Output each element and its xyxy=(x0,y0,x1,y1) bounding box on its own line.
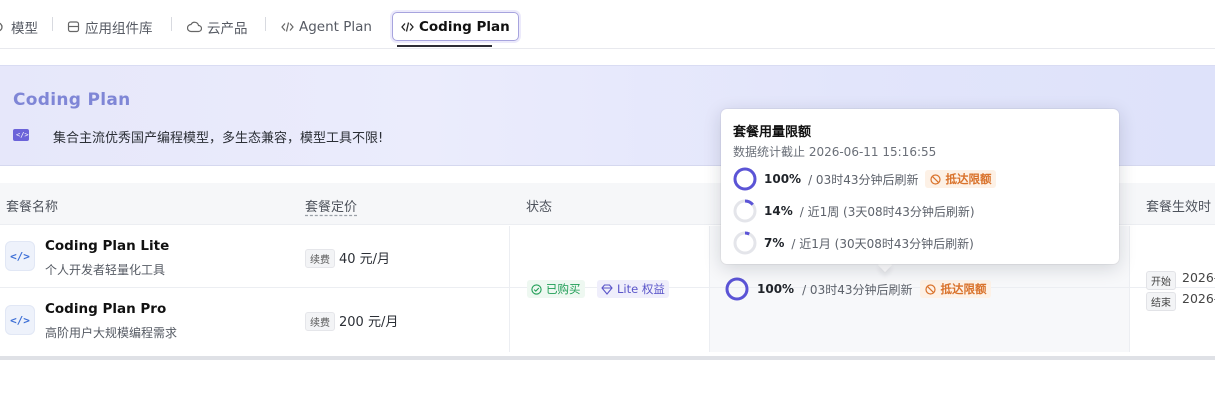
usage-percent: 7% xyxy=(764,236,785,250)
usage-ring-icon xyxy=(733,167,757,191)
ban-icon xyxy=(930,173,942,185)
table-scrollbar[interactable] xyxy=(0,356,1215,360)
banner-description: 集合主流优秀国产编程模型，多生态兼容，模型工具不限! xyxy=(53,131,384,146)
usage-summary[interactable]: 100% / 03时43分钟后刷新 抵达限额 xyxy=(725,276,992,302)
code-icon: </> xyxy=(5,305,35,335)
usage-ring-icon xyxy=(733,199,757,223)
status-badge-tier[interactable]: Lite 权益 xyxy=(597,280,669,298)
limit-reached-badge: 抵达限额 xyxy=(925,170,997,188)
check-circle-icon xyxy=(531,283,542,295)
usage-ring-icon xyxy=(725,277,749,301)
column-header-effective-time: 套餐生效时 xyxy=(1146,200,1212,215)
nav-tab-label: Coding Plan xyxy=(419,18,510,35)
plan-price: 40 元/月 xyxy=(339,252,391,267)
usage-detail: / 03时43分钟后刷新 xyxy=(808,172,919,187)
nav-tab-coding-plan[interactable]: Coding Plan xyxy=(392,12,519,41)
limit-label: 抵达限额 xyxy=(945,172,992,186)
status-tier-label: Lite 权益 xyxy=(617,282,665,296)
database-icon xyxy=(67,21,80,33)
top-nav: 模型 应用组件库 云产品 Agent Plan Coding Plan xyxy=(0,0,1215,49)
nav-tab-label: Agent Plan xyxy=(299,18,372,35)
usage-line-daily: 100% / 03时43分钟后刷新 抵达限额 xyxy=(733,167,997,191)
usage-percent: 14% xyxy=(764,204,793,218)
renew-tag[interactable]: 续费 xyxy=(305,312,335,331)
usage-ring-icon xyxy=(733,231,757,255)
nav-tab-agent-plan[interactable]: Agent Plan xyxy=(281,12,372,41)
plan-name: Coding Plan Pro xyxy=(45,301,167,317)
plan-subtitle: 个人开发者轻量化工具 xyxy=(45,263,166,277)
nav-tab-label: 应用组件库 xyxy=(85,20,153,37)
column-header-price[interactable]: 套餐定价 xyxy=(305,196,357,215)
nav-divider xyxy=(265,17,266,31)
code-icon xyxy=(281,21,294,32)
plan-name: Coding Plan Lite xyxy=(45,238,170,254)
renew-tag[interactable]: 续费 xyxy=(305,249,335,268)
code-icon xyxy=(401,21,414,32)
usage-line-weekly: 14% / 近1周 (3天08时43分钟后刷新) xyxy=(733,199,975,223)
end-date-value: 2026- xyxy=(1182,291,1215,306)
status-badge-owned: 已购买 xyxy=(527,280,585,298)
usage-detail: / 近1周 (3天08时43分钟后刷新) xyxy=(799,204,975,219)
banner-title: Coding Plan xyxy=(13,90,131,110)
usage-percent: 100% xyxy=(764,172,802,186)
column-header-name: 套餐名称 xyxy=(6,200,59,215)
usage-limit-popover: 套餐用量限额 数据统计截止 2026-06-11 15:16:55 100% /… xyxy=(721,109,1119,264)
usage-percent: 100% xyxy=(757,282,795,296)
model-icon xyxy=(0,22,3,31)
nav-tab-label: 模型 xyxy=(11,20,38,37)
end-date-tag: 结束 xyxy=(1146,292,1176,311)
plan-price: 200 元/月 xyxy=(339,315,399,330)
column-header-status: 状态 xyxy=(526,200,553,215)
nav-divider xyxy=(171,17,172,31)
active-tab-indicator xyxy=(397,45,492,47)
start-date-tag: 开始 xyxy=(1146,271,1176,290)
terminal-icon: </> xyxy=(13,129,29,141)
status-owned-label: 已购买 xyxy=(546,282,581,296)
nav-divider xyxy=(52,17,53,31)
nav-tab-components[interactable]: 应用组件库 xyxy=(67,12,153,41)
ban-icon xyxy=(925,283,937,295)
limit-label: 抵达限额 xyxy=(940,282,987,296)
usage-detail: / 近1月 (30天08时43分钟后刷新) xyxy=(791,236,974,251)
limit-reached-badge: 抵达限额 xyxy=(920,280,992,298)
popover-title: 套餐用量限额 xyxy=(733,125,812,140)
usage-detail: / 03时43分钟后刷新 xyxy=(802,282,913,297)
code-icon: </> xyxy=(5,241,35,271)
plan-subtitle: 高阶用户大规模编程需求 xyxy=(45,326,178,340)
popover-subtitle: 数据统计截止 2026-06-11 15:16:55 xyxy=(733,145,937,159)
nav-tab-models[interactable]: 模型 xyxy=(0,12,38,41)
table-row: </> Coding Plan Pro 高阶用户大规模编程需求 续费 200 元… xyxy=(0,289,1215,352)
diamond-icon xyxy=(601,283,613,295)
nav-tab-label: 云产品 xyxy=(207,20,248,37)
start-date-value: 2026- xyxy=(1182,270,1215,285)
cloud-icon xyxy=(187,21,202,32)
usage-line-monthly: 7% / 近1月 (30天08时43分钟后刷新) xyxy=(733,231,974,255)
nav-tab-cloud-products[interactable]: 云产品 xyxy=(187,12,248,41)
